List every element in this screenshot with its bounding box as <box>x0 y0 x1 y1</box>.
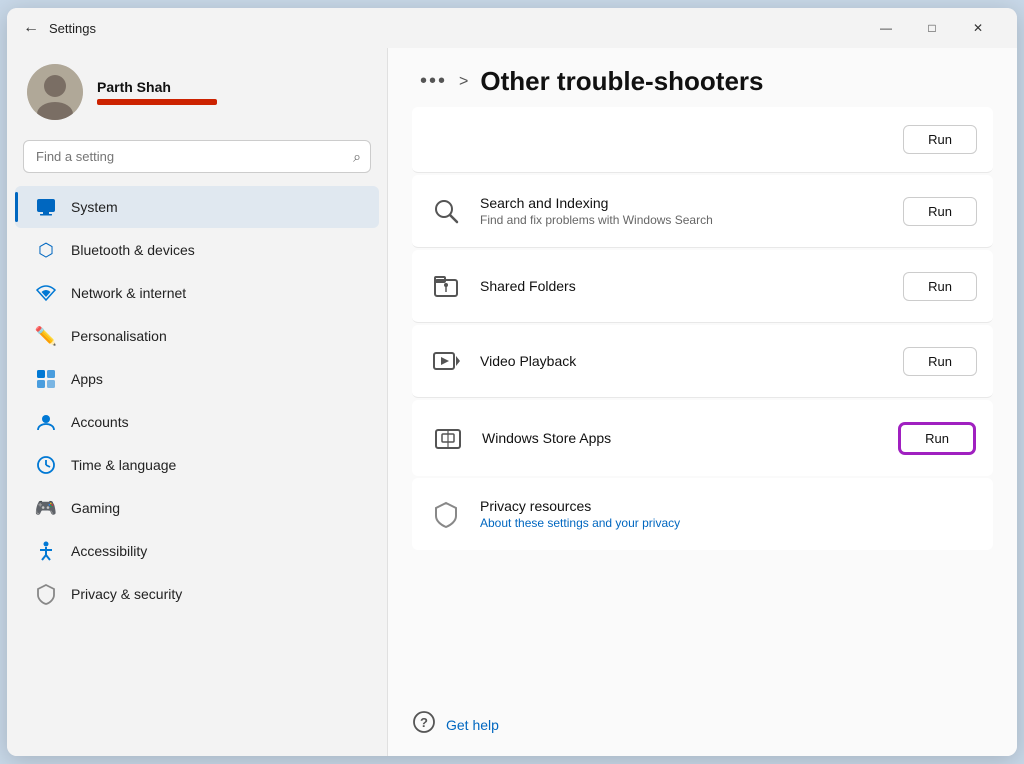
sidebar-label-accounts: Accounts <box>71 414 129 430</box>
sidebar-item-network[interactable]: Network & internet <box>15 272 379 314</box>
sidebar-item-apps[interactable]: Apps <box>15 358 379 400</box>
sidebar-label-privacy: Privacy & security <box>71 586 182 602</box>
sidebar-label-accessibility: Accessibility <box>71 543 147 559</box>
sidebar-item-privacy[interactable]: Privacy & security <box>15 573 379 615</box>
sidebar-label-time: Time & language <box>71 457 176 473</box>
svg-text:?: ? <box>420 715 428 730</box>
item-text-search-indexing: Search and Indexing Find and fix problem… <box>480 195 887 227</box>
item-title-shared-folders: Shared Folders <box>480 278 887 294</box>
system-icon <box>35 196 57 218</box>
accounts-icon <box>35 411 57 433</box>
window-controls: — □ ✕ <box>863 12 1001 44</box>
shared-folders-icon <box>428 268 464 304</box>
item-text-video-playback: Video Playback <box>480 353 887 369</box>
item-text-privacy-resources: Privacy resources About these settings a… <box>480 498 977 530</box>
sidebar-item-time[interactable]: Time & language <box>15 444 379 486</box>
breadcrumb-dots: ••• <box>420 70 447 93</box>
run-button-video-playback[interactable]: Run <box>903 347 977 376</box>
get-help-section[interactable]: ? Get help <box>388 694 1017 756</box>
troubleshooter-list: Run Search and Indexing Find and fix pro… <box>388 107 1017 694</box>
sidebar-item-personalisation[interactable]: ✏️ Personalisation <box>15 315 379 357</box>
sidebar-label-bluetooth: Bluetooth & devices <box>71 242 195 258</box>
apps-icon <box>35 368 57 390</box>
item-title-privacy-resources: Privacy resources <box>480 498 977 514</box>
run-button-search-indexing[interactable]: Run <box>903 197 977 226</box>
sidebar-label-apps: Apps <box>71 371 103 387</box>
back-button[interactable]: ← <box>23 19 39 37</box>
get-help-icon: ? <box>412 710 436 740</box>
item-text-windows-store-apps: Windows Store Apps <box>482 430 883 446</box>
page-title: Other trouble-shooters <box>480 66 763 97</box>
sidebar-label-network: Network & internet <box>71 285 186 301</box>
sidebar-item-gaming[interactable]: 🎮 Gaming <box>15 487 379 529</box>
avatar <box>27 64 83 120</box>
list-item-search-indexing: Search and Indexing Find and fix problem… <box>412 175 993 248</box>
sidebar-item-accounts[interactable]: Accounts <box>15 401 379 443</box>
search-icon: ⌕ <box>353 148 361 165</box>
user-email-bar <box>97 99 217 105</box>
settings-window: ← Settings — □ ✕ Parth Shah <box>7 8 1017 756</box>
run-button-shared-folders[interactable]: Run <box>903 272 977 301</box>
sidebar-item-accessibility[interactable]: Accessibility <box>15 530 379 572</box>
bluetooth-icon: ⬡ <box>35 239 57 261</box>
time-icon <box>35 454 57 476</box>
get-help-label: Get help <box>446 717 499 733</box>
user-name: Parth Shah <box>97 79 217 95</box>
search-input[interactable] <box>23 140 371 173</box>
list-item-video-playback: Video Playback Run <box>412 325 993 398</box>
main-content: ••• > Other trouble-shooters Run <box>387 48 1017 756</box>
title-bar: ← Settings — □ ✕ <box>7 8 1017 48</box>
breadcrumb-arrow: > <box>459 73 468 91</box>
sidebar-label-personalisation: Personalisation <box>71 328 167 344</box>
search-indexing-icon <box>428 193 464 229</box>
privacy-resources-icon <box>428 496 464 532</box>
list-item-privacy-resources: Privacy resources About these settings a… <box>412 478 993 550</box>
sidebar: Parth Shah ⌕ <box>7 48 387 756</box>
maximize-button[interactable]: □ <box>909 12 955 44</box>
close-button[interactable]: ✕ <box>955 12 1001 44</box>
window-title: Settings <box>49 21 863 36</box>
item-title-windows-store-apps: Windows Store Apps <box>482 430 883 446</box>
user-profile: Parth Shah <box>7 48 387 136</box>
network-icon <box>35 282 57 304</box>
search-box: ⌕ <box>23 140 371 173</box>
content-area: Parth Shah ⌕ <box>7 48 1017 756</box>
item-text-shared-folders: Shared Folders <box>480 278 887 294</box>
run-button-windows-store-apps[interactable]: Run <box>899 423 975 454</box>
item-desc-search-indexing: Find and fix problems with Windows Searc… <box>480 213 887 227</box>
accessibility-icon <box>35 540 57 562</box>
privacy-icon <box>35 583 57 605</box>
list-item-partial: Run <box>412 107 993 173</box>
item-title-search-indexing: Search and Indexing <box>480 195 887 211</box>
windows-store-apps-icon <box>430 420 466 456</box>
sidebar-nav: System ⬡ Bluetooth & devices Network & i… <box>7 185 387 616</box>
gaming-icon: 🎮 <box>35 497 57 519</box>
item-desc-privacy-resources[interactable]: About these settings and your privacy <box>480 516 977 530</box>
list-item-shared-folders: Shared Folders Run <box>412 250 993 323</box>
item-title-video-playback: Video Playback <box>480 353 887 369</box>
video-playback-icon <box>428 343 464 379</box>
personalisation-icon: ✏️ <box>35 325 57 347</box>
sidebar-item-system[interactable]: System <box>15 186 379 228</box>
run-button-partial[interactable]: Run <box>903 125 977 154</box>
minimize-button[interactable]: — <box>863 12 909 44</box>
sidebar-label-system: System <box>71 199 118 215</box>
main-header: ••• > Other trouble-shooters <box>388 48 1017 107</box>
user-info: Parth Shah <box>97 79 217 105</box>
sidebar-item-bluetooth[interactable]: ⬡ Bluetooth & devices <box>15 229 379 271</box>
list-item-windows-store-apps: Windows Store Apps Run <box>412 400 993 476</box>
sidebar-label-gaming: Gaming <box>71 500 120 516</box>
